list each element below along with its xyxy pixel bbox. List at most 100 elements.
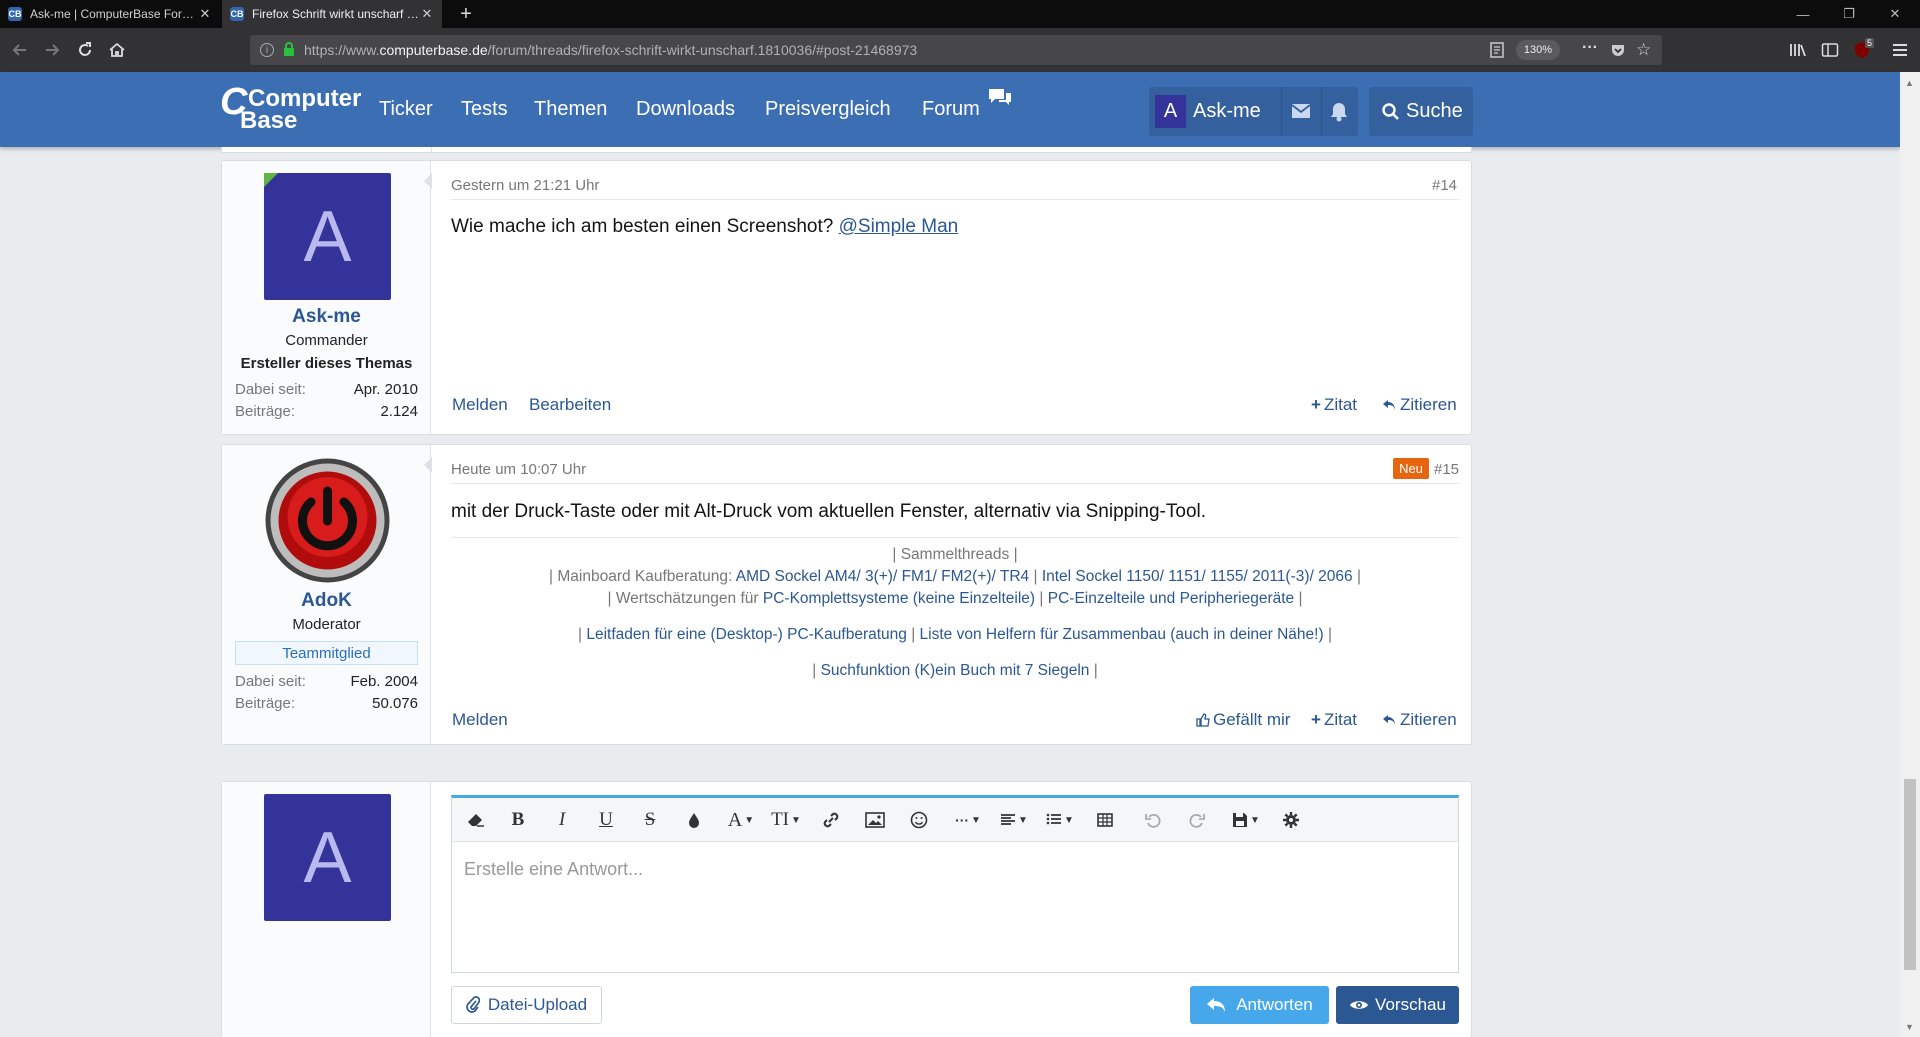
username-link[interactable]: Ask-me (222, 306, 431, 328)
nav-ticker[interactable]: Ticker (379, 72, 433, 147)
scroll-up-icon[interactable]: ▲ (1905, 78, 1914, 88)
nav-preisvergleich[interactable]: Preisvergleich (765, 72, 891, 147)
quote-button[interactable]: Zitieren (1382, 710, 1457, 730)
scrollbar-thumb[interactable] (1904, 779, 1916, 970)
envelope-icon[interactable] (1291, 103, 1311, 119)
user-avatar[interactable]: A (264, 173, 391, 300)
home-icon[interactable] (101, 28, 133, 72)
forum-chat-icon (987, 87, 1013, 109)
sig-sep: | (1356, 568, 1361, 585)
undo-icon[interactable] (1134, 798, 1172, 842)
post-time[interactable]: Gestern um 21:21 Uhr (451, 177, 599, 194)
file-upload-button[interactable]: Datei-Upload (451, 986, 602, 1024)
like-button[interactable]: Gefällt mir (1196, 710, 1290, 730)
page-scrollbar[interactable]: ▲ ▼ (1900, 72, 1920, 1037)
eraser-icon[interactable] (458, 798, 494, 842)
report-link[interactable]: Melden (452, 710, 508, 730)
underline-icon[interactable]: U (589, 798, 623, 842)
lock-icon[interactable] (282, 41, 296, 57)
sidebar-icon[interactable] (1814, 28, 1846, 72)
ublock-icon[interactable]: 5 (1846, 28, 1878, 72)
reply-arrow-icon (1382, 714, 1396, 726)
preview-button[interactable]: Vorschau (1336, 986, 1459, 1024)
mention-link[interactable]: @Simple Man (839, 216, 959, 237)
report-link[interactable]: Melden (452, 395, 508, 415)
scroll-down-icon[interactable]: ▼ (1905, 1022, 1914, 1032)
user-name-link[interactable]: Ask-me (1193, 100, 1261, 123)
pocket-icon[interactable] (1610, 42, 1626, 58)
nav-forum[interactable]: Forum (922, 72, 980, 147)
menu-icon[interactable] (1884, 28, 1916, 72)
more-insert-icon[interactable]: ··· ▼ (946, 798, 990, 842)
post-number[interactable]: #15 (1434, 461, 1459, 478)
reload-icon[interactable] (69, 28, 101, 72)
new-tab-button[interactable]: + (452, 0, 480, 28)
redo-icon[interactable] (1178, 798, 1216, 842)
nav-themen[interactable]: Themen (534, 72, 607, 147)
list-icon[interactable]: ▼ (1038, 798, 1082, 842)
multiquote-button[interactable]: + Zitat (1311, 710, 1357, 730)
post-number[interactable]: #14 (1432, 177, 1457, 194)
drafts-icon[interactable]: ▼ (1224, 798, 1268, 842)
bell-icon[interactable] (1330, 102, 1348, 122)
reader-view-icon[interactable] (1490, 42, 1504, 58)
tab-firefox-thread[interactable]: CB Firefox Schrift wirkt unscharf | Comp… (222, 0, 442, 28)
settings-gear-icon[interactable] (1272, 798, 1310, 842)
sig-link-pc[interactable]: PC-Komplettsysteme (keine Einzelteile) (763, 590, 1035, 607)
post-time[interactable]: Heute um 10:07 Uhr (451, 461, 586, 478)
submit-reply-button[interactable]: Antworten (1190, 986, 1329, 1024)
user-title: Commander (285, 332, 368, 349)
user-avatar-power[interactable] (264, 457, 391, 584)
back-icon[interactable] (4, 28, 36, 72)
sig-link-amd[interactable]: AMD Sockel AM4/ 3(+)/ FM1/ FM2(+)/ TR4 (736, 568, 1029, 585)
sig-sep: | (1039, 590, 1044, 607)
info-icon[interactable]: i (260, 43, 274, 57)
close-window-icon[interactable]: ✕ (1872, 0, 1918, 28)
search-button[interactable]: Suche (1369, 87, 1473, 136)
tab-title: Ask-me | ComputerBase Forum (30, 7, 198, 21)
button-label: Vorschau (1375, 995, 1446, 1014)
multiquote-button[interactable]: + Zitat (1311, 395, 1357, 415)
sig-sep: | (812, 662, 817, 679)
reply-textarea[interactable]: Erstelle eine Antwort... (464, 859, 643, 880)
link-icon[interactable] (812, 798, 850, 842)
image-icon[interactable] (856, 798, 894, 842)
bold-icon[interactable]: B (501, 798, 535, 842)
forward-icon[interactable] (36, 28, 68, 72)
align-icon[interactable]: ▼ (992, 798, 1036, 842)
font-family-icon[interactable]: A ▼ (719, 798, 763, 842)
font-size-icon[interactable]: TI ▼ (764, 798, 808, 842)
tab-ask-me[interactable]: CB Ask-me | ComputerBase Forum ✕ (0, 0, 220, 28)
nav-downloads[interactable]: Downloads (636, 72, 735, 147)
library-icon[interactable] (1782, 28, 1814, 72)
sig-link-helpers[interactable]: Liste von Helfern für Zusammenbau (auch … (920, 626, 1324, 643)
table-icon[interactable] (1086, 798, 1124, 842)
zoom-level[interactable]: 130% (1516, 40, 1560, 60)
italic-icon[interactable]: I (545, 798, 579, 842)
smiley-icon[interactable] (900, 798, 938, 842)
speech-arrow (424, 173, 432, 189)
address-bar[interactable]: i https://www.computerbase.de/forum/thre… (250, 35, 1662, 65)
nav-tests[interactable]: Tests (461, 72, 508, 147)
computerbase-logo[interactable]: C Computer Base (220, 82, 361, 140)
bookmark-star-icon[interactable]: ☆ (1636, 40, 1651, 60)
close-tab-icon[interactable]: ✕ (420, 6, 434, 22)
strikethrough-icon[interactable]: S (633, 798, 667, 842)
text-color-icon[interactable] (677, 798, 711, 842)
quote-button[interactable]: Zitieren (1382, 395, 1457, 415)
stat-value: Apr. 2010 (353, 381, 418, 398)
minimize-icon[interactable]: — (1780, 0, 1826, 28)
sig-link-search[interactable]: Suchfunktion (K)ein Buch mit 7 Siegeln (821, 662, 1090, 679)
user-avatar[interactable]: A (1155, 95, 1186, 128)
sig-link-guide[interactable]: Leitfaden für eine (Desktop-) PC-Kaufber… (586, 626, 907, 643)
url-text[interactable]: https://www.computerbase.de/forum/thread… (304, 42, 917, 58)
username-link[interactable]: AdoK (222, 590, 431, 612)
close-tab-icon[interactable]: ✕ (198, 6, 212, 22)
restore-icon[interactable]: ❐ (1826, 0, 1872, 28)
page-actions-icon[interactable]: ··· (1582, 39, 1598, 57)
user-avatar[interactable]: A (264, 794, 391, 921)
sig-link-parts[interactable]: PC-Einzelteile und Peripheriegeräte (1048, 590, 1294, 607)
stat-posts: Beiträge: 2.124 (235, 403, 418, 420)
edit-link[interactable]: Bearbeiten (529, 395, 611, 415)
sig-link-intel[interactable]: Intel Sockel 1150/ 1151/ 1155/ 2011(-3)/… (1042, 568, 1353, 585)
